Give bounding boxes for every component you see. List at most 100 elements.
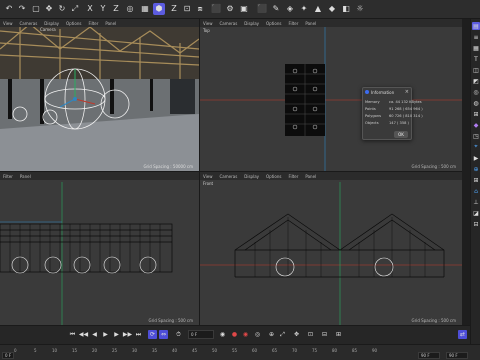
axis-icon[interactable]: ⊥ bbox=[472, 198, 480, 206]
scale-icon[interactable]: ⤢ bbox=[69, 3, 81, 15]
ruler-tick: 10 bbox=[52, 348, 58, 353]
model-mode-icon[interactable]: ⬢ bbox=[153, 3, 165, 15]
content-browser-icon[interactable]: ▦ bbox=[472, 44, 480, 52]
animate-icon[interactable]: ▶ bbox=[472, 154, 480, 162]
key-param-icon[interactable]: ⊡ bbox=[306, 330, 315, 339]
grid-icon[interactable]: ⊞ bbox=[472, 176, 480, 184]
z-axis-icon[interactable]: Z bbox=[110, 3, 122, 15]
ruler-tick: 25 bbox=[112, 348, 118, 353]
play-icon[interactable]: ▶ bbox=[101, 330, 110, 339]
timeline-settings-icon[interactable]: ⇄ bbox=[458, 330, 467, 339]
close-icon[interactable]: × bbox=[405, 89, 409, 95]
key-pla-icon[interactable]: ⊟ bbox=[320, 330, 329, 339]
world-coordinates-icon[interactable]: ◎ bbox=[124, 3, 136, 15]
undo-icon[interactable]: ↶ bbox=[3, 3, 15, 15]
key-selection-icon[interactable]: ◎ bbox=[253, 330, 262, 339]
menu-options[interactable]: Options bbox=[66, 21, 81, 26]
record-icon[interactable]: ● bbox=[230, 330, 239, 339]
menu-panel[interactable]: Panel bbox=[105, 21, 116, 26]
front-viewport[interactable]: View Cameras Display Options Filter Pane… bbox=[199, 171, 462, 325]
x-axis-icon[interactable]: X bbox=[84, 3, 96, 15]
lock-icon[interactable]: ⌂ bbox=[472, 187, 480, 195]
go-to-start-icon[interactable]: ⏮ bbox=[68, 330, 77, 339]
ruler-tick: 65 bbox=[272, 348, 278, 353]
autokey-icon[interactable]: ◉ bbox=[218, 330, 227, 339]
information-dialog: Information × Memory ca. 44 132 KBytes P… bbox=[362, 87, 423, 140]
ruler-tick: 45 bbox=[192, 348, 198, 353]
key-rotation-icon[interactable]: ✥ bbox=[292, 330, 301, 339]
previous-frame-icon[interactable]: ◀ bbox=[90, 330, 99, 339]
layers-icon[interactable]: ◫ bbox=[472, 66, 480, 74]
next-keyframe-icon[interactable]: ▶▶ bbox=[123, 330, 132, 339]
move-icon[interactable]: ✥ bbox=[43, 3, 55, 15]
right-viewport[interactable]: Filter Panel Grid Spacing : 500 cm bbox=[0, 171, 199, 325]
render-settings-icon[interactable]: ⚙ bbox=[224, 3, 236, 15]
frame-ruler[interactable]: 0 5 10 15 20 25 30 35 40 45 50 55 60 65 … bbox=[0, 344, 480, 360]
top-viewport[interactable]: View Cameras Display Options Filter Pane… bbox=[199, 19, 462, 171]
frame-rate-icon[interactable]: ⏱ bbox=[174, 330, 183, 339]
ruler-tick: 80 bbox=[332, 348, 338, 353]
redo-icon[interactable]: ↷ bbox=[16, 3, 28, 15]
render-region-icon[interactable]: ▦ bbox=[139, 3, 151, 15]
text-tool-icon[interactable]: Z bbox=[168, 3, 180, 15]
perspective-viewport[interactable]: Camera View Cameras Display Options Filt… bbox=[0, 19, 199, 171]
uv-icon[interactable]: ◳ bbox=[472, 132, 480, 140]
coordinates-icon[interactable]: ◎ bbox=[472, 88, 480, 96]
y-axis-icon[interactable]: Y bbox=[97, 3, 109, 15]
guides-icon[interactable]: ⊟ bbox=[472, 220, 480, 228]
point-mode-icon[interactable]: ⊡ bbox=[181, 3, 193, 15]
ruler-tick: 35 bbox=[152, 348, 158, 353]
objects-label: Objects bbox=[365, 121, 379, 125]
key-position-icon[interactable]: ⊕ bbox=[267, 330, 276, 339]
select-icon[interactable]: ▢ bbox=[30, 3, 42, 15]
structure-icon[interactable]: ⊞ bbox=[472, 110, 480, 118]
ruler-tick: 85 bbox=[352, 348, 358, 353]
end-frame-field[interactable]: 90 F bbox=[418, 352, 440, 359]
next-frame-icon[interactable]: ▶ bbox=[112, 330, 121, 339]
deformer-icon[interactable]: ▲ bbox=[312, 3, 324, 15]
loop-icon[interactable]: ⟳ bbox=[148, 330, 157, 339]
points-value: 91 268 ( 654 964 ) bbox=[389, 107, 423, 111]
attributes-icon[interactable]: ◩ bbox=[472, 77, 480, 85]
materials-icon[interactable]: ◍ bbox=[472, 99, 480, 107]
preview-end-field[interactable]: 90 F bbox=[446, 352, 468, 359]
light-icon[interactable]: ☼ bbox=[354, 3, 366, 15]
globe-icon[interactable]: ⊕ bbox=[472, 165, 480, 173]
menu-cameras[interactable]: Cameras bbox=[20, 21, 38, 26]
render-view-icon[interactable]: ⬛ bbox=[210, 3, 222, 15]
camera-icon[interactable]: ◧ bbox=[340, 3, 352, 15]
sculpt-icon[interactable]: ◆ bbox=[472, 121, 480, 129]
snap-icon[interactable]: ⌖ bbox=[472, 143, 480, 151]
workplane-icon[interactable]: ◪ bbox=[472, 209, 480, 217]
takes-panel-icon[interactable]: ≡ bbox=[472, 33, 480, 41]
objects-panel-icon[interactable]: ▤ bbox=[472, 22, 480, 30]
edge-mode-icon[interactable]: ⧈ bbox=[194, 3, 206, 15]
key-scale-icon[interactable]: ⤢ bbox=[278, 330, 287, 339]
ok-button[interactable]: OK bbox=[394, 131, 408, 138]
menu-filter[interactable]: Filter bbox=[88, 21, 98, 26]
key-all-icon[interactable]: ⊞ bbox=[334, 330, 343, 339]
cube-icon[interactable]: ⬛ bbox=[256, 3, 268, 15]
current-frame-field[interactable]: 0 F bbox=[188, 330, 214, 339]
ruler-tick: 60 bbox=[252, 348, 258, 353]
range-icon[interactable]: ⇔ bbox=[159, 330, 168, 339]
text-icon[interactable]: T bbox=[472, 55, 480, 63]
pen-icon[interactable]: ✎ bbox=[270, 3, 282, 15]
environment-icon[interactable]: ◆ bbox=[326, 3, 338, 15]
record-auto-icon[interactable]: ◉ bbox=[241, 330, 250, 339]
array-icon[interactable]: ✦ bbox=[298, 3, 310, 15]
subdivision-icon[interactable]: ◈ bbox=[284, 3, 296, 15]
points-label: Points bbox=[365, 107, 376, 111]
go-to-end-icon[interactable]: ⏭ bbox=[134, 330, 143, 339]
previous-keyframe-icon[interactable]: ◀◀ bbox=[79, 330, 88, 339]
ruler-tick: 70 bbox=[292, 348, 298, 353]
start-frame-field[interactable]: 0 F bbox=[2, 352, 14, 359]
ruler-tick: 0 bbox=[14, 348, 17, 353]
menu-view[interactable]: View bbox=[3, 21, 13, 26]
picture-viewer-icon[interactable]: ▣ bbox=[238, 3, 250, 15]
rotate-icon[interactable]: ↻ bbox=[56, 3, 68, 15]
objects-value: 147 ( 358 ) bbox=[389, 121, 409, 125]
memory-value: ca. 44 132 KBytes bbox=[389, 100, 422, 104]
menu-display[interactable]: Display bbox=[44, 21, 59, 26]
memory-label: Memory bbox=[365, 100, 380, 104]
